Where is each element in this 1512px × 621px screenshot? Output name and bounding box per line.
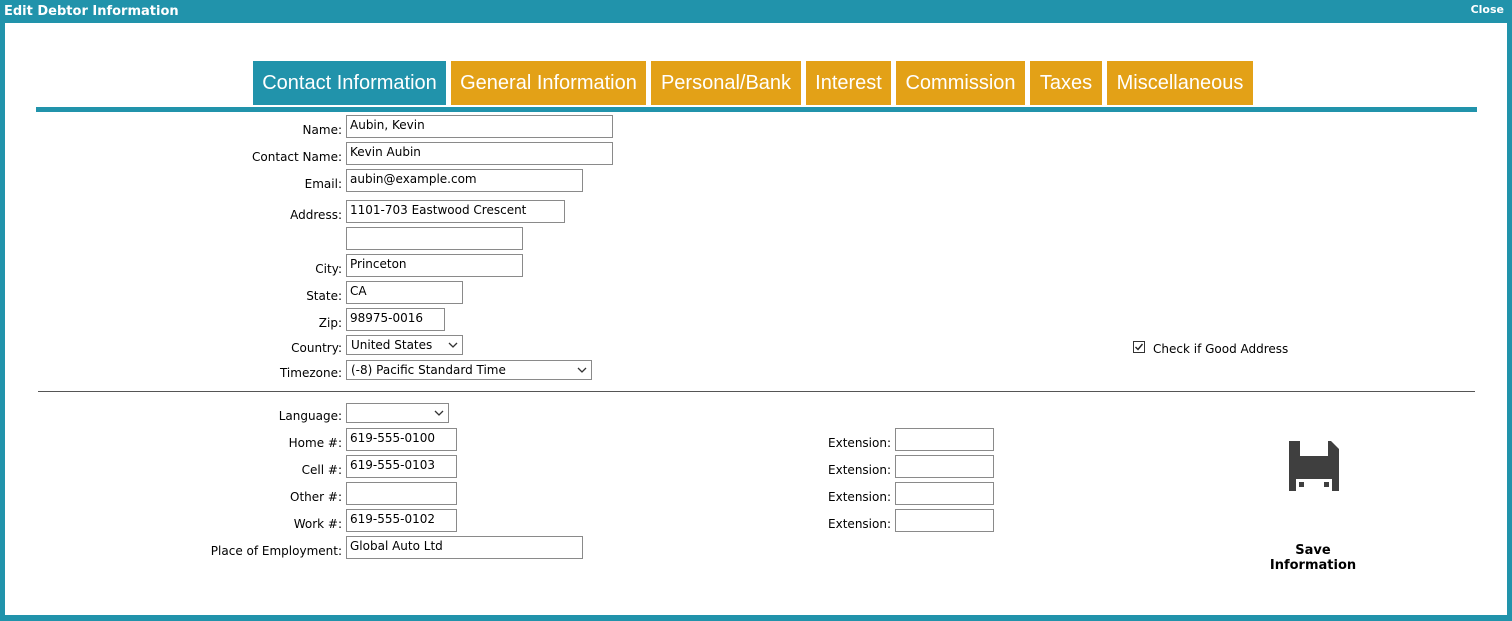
cell-phone-field[interactable]: 619-555-0103: [346, 455, 457, 478]
work-phone-field[interactable]: 619-555-0102: [346, 509, 457, 532]
home-phone-field[interactable]: 619-555-0100: [346, 428, 457, 451]
timezone-value: (-8) Pacific Standard Time: [351, 363, 506, 377]
zip-label: Zip:: [318, 316, 342, 330]
title-bar: Edit Debtor Information Close: [0, 0, 1512, 22]
address-line1-field[interactable]: 1101-703 Eastwood Crescent: [346, 200, 565, 223]
tab-miscellaneous[interactable]: Miscellaneous: [1107, 61, 1253, 105]
checkmark-icon: [1135, 343, 1144, 351]
save-information-button[interactable]: Save Information: [1250, 543, 1376, 573]
city-label: City:: [315, 262, 342, 276]
home-extension-field[interactable]: [895, 428, 994, 451]
good-address-label: Check if Good Address: [1153, 342, 1289, 356]
employment-label: Place of Employment:: [210, 544, 342, 558]
other-phone-field[interactable]: [346, 482, 457, 505]
cell-extension-label: Extension:: [828, 463, 891, 477]
tab-underline: [36, 107, 1477, 112]
state-field[interactable]: CA: [346, 281, 463, 304]
email-label: Email:: [304, 177, 342, 191]
timezone-label: Timezone:: [279, 366, 342, 380]
dialog-panel: Contact Information General Information …: [5, 23, 1507, 615]
tab-taxes[interactable]: Taxes: [1030, 61, 1102, 105]
chevron-down-icon: [434, 410, 444, 416]
language-select[interactable]: [346, 403, 449, 423]
tab-personal-bank[interactable]: Personal/Bank: [651, 61, 801, 105]
tab-contact-information[interactable]: Contact Information: [253, 61, 446, 105]
address-line2-field[interactable]: [346, 227, 523, 250]
close-button[interactable]: Close: [1471, 3, 1504, 16]
timezone-select[interactable]: (-8) Pacific Standard Time: [346, 360, 592, 380]
language-label: Language:: [278, 409, 342, 423]
home-extension-label: Extension:: [828, 436, 891, 450]
other-phone-label: Other #:: [290, 490, 342, 504]
country-select[interactable]: United States: [346, 335, 463, 355]
name-label: Name:: [302, 123, 342, 137]
work-extension-label: Extension:: [828, 517, 891, 531]
country-value: United States: [351, 338, 433, 352]
name-field[interactable]: Aubin, Kevin: [346, 115, 613, 138]
email-field[interactable]: aubin@example.com: [346, 169, 583, 192]
work-extension-field[interactable]: [895, 509, 994, 532]
contact-name-field[interactable]: Kevin Aubin: [346, 142, 613, 165]
section-divider: [38, 391, 1475, 392]
zip-field[interactable]: 98975-0016: [346, 308, 445, 331]
chevron-down-icon: [448, 342, 458, 348]
tab-general-information[interactable]: General Information: [451, 61, 646, 105]
city-field[interactable]: Princeton: [346, 254, 523, 277]
window-title: Edit Debtor Information: [4, 4, 179, 19]
work-phone-label: Work #:: [293, 517, 342, 531]
address-label: Address:: [290, 208, 342, 222]
good-address-checkbox[interactable]: [1133, 341, 1145, 353]
other-extension-label: Extension:: [828, 490, 891, 504]
tab-commission[interactable]: Commission: [896, 61, 1025, 105]
contact-name-label: Contact Name:: [252, 150, 342, 164]
country-label: Country:: [291, 341, 342, 355]
chevron-down-icon: [577, 367, 587, 373]
home-phone-label: Home #:: [288, 436, 342, 450]
floppy-disk-icon[interactable]: [1287, 439, 1341, 493]
cell-phone-label: Cell #:: [301, 463, 342, 477]
tab-interest[interactable]: Interest: [806, 61, 891, 105]
other-extension-field[interactable]: [895, 482, 994, 505]
cell-extension-field[interactable]: [895, 455, 994, 478]
employment-field[interactable]: Global Auto Ltd: [346, 536, 583, 559]
state-label: State:: [306, 289, 342, 303]
